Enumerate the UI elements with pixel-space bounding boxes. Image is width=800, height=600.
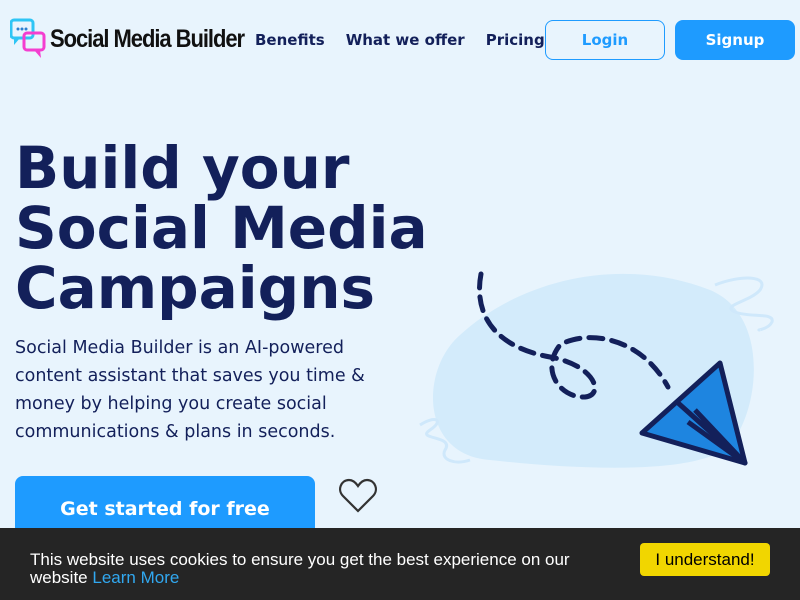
main-nav: Benefits What we offer Pricing (255, 20, 566, 60)
heart-icon[interactable] (338, 478, 378, 514)
hero-title: Build your Social Media Campaigns (15, 138, 428, 318)
nav-pricing[interactable]: Pricing (486, 31, 545, 49)
hero-description: Social Media Builder is an AI-powered co… (15, 338, 365, 442)
accept-cookies-button[interactable]: I understand! (640, 543, 770, 576)
learn-more-link[interactable]: Learn More (92, 568, 179, 587)
login-button[interactable]: Login (545, 20, 665, 60)
hero-title-line: Campaigns (15, 254, 376, 322)
nav-what-we-offer[interactable]: What we offer (346, 31, 465, 49)
cookie-message: This website uses cookies to ensure you … (30, 551, 610, 587)
hero-title-line: Build your (15, 134, 350, 202)
logo-text: Social Media Builder (50, 24, 245, 53)
hero-title-line: Social Media (15, 194, 428, 262)
paper-plane-illustration (419, 271, 774, 468)
nav-benefits[interactable]: Benefits (255, 31, 325, 49)
logo[interactable]: Social Media Builder (10, 18, 271, 60)
chat-bubbles-icon (10, 18, 46, 58)
cookie-banner: This website uses cookies to ensure you … (0, 528, 800, 600)
signup-button[interactable]: Signup (675, 20, 795, 60)
